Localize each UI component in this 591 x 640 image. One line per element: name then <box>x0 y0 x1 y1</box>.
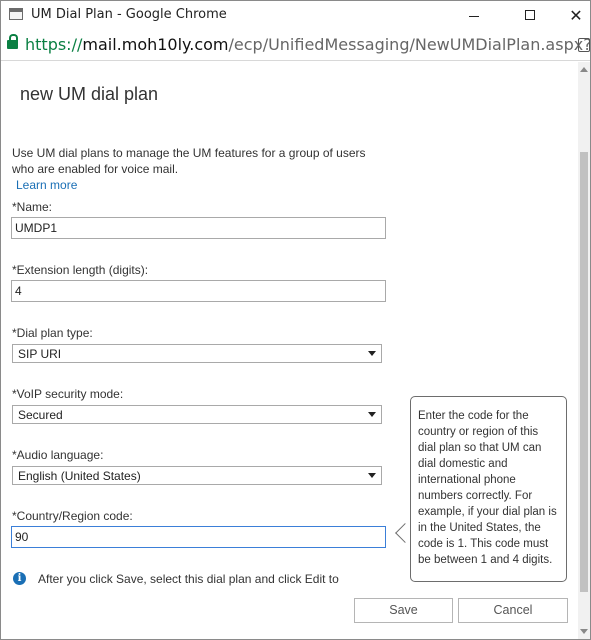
intro-text: Use UM dial plans to manage the UM featu… <box>12 146 366 176</box>
maximize-button[interactable] <box>507 1 553 29</box>
address-bar[interactable]: https://mail.moh10ly.com/ecp/UnifiedMess… <box>1 29 590 61</box>
vertical-scrollbar[interactable] <box>578 62 590 639</box>
close-button[interactable]: ✕ <box>553 1 590 29</box>
dial-plan-type-label: *Dial plan type: <box>12 326 93 340</box>
url-scheme: https:// <box>25 35 83 54</box>
dropdown-arrow-icon <box>368 351 376 356</box>
title-bar: UM Dial Plan - Google Chrome ✕ <box>1 1 590 29</box>
lock-icon <box>7 34 18 49</box>
scrollbar-thumb[interactable] <box>580 152 588 592</box>
country-region-code-label: *Country/Region code: <box>12 509 133 523</box>
browser-window: UM Dial Plan - Google Chrome ✕ https://m… <box>0 0 591 640</box>
scroll-up-icon[interactable] <box>580 67 588 72</box>
audio-language-value: English (United States) <box>18 469 141 483</box>
voip-security-mode-select[interactable]: Secured <box>12 405 382 424</box>
url-text[interactable]: https://mail.moh10ly.com/ecp/UnifiedMess… <box>25 35 590 54</box>
voip-security-mode-label: *VoIP security mode: <box>12 387 124 401</box>
extension-length-label: *Extension length (digits): <box>12 263 149 277</box>
save-button[interactable]: Save <box>354 598 453 623</box>
maximize-icon <box>525 10 535 20</box>
country-region-code-input[interactable] <box>11 526 386 548</box>
url-host: mail.moh10ly.com <box>82 35 229 54</box>
dial-plan-type-value: SIP URI <box>18 347 62 361</box>
name-label: *Name: <box>12 200 53 214</box>
window-app-icon <box>9 8 23 20</box>
extension-icon[interactable] <box>578 38 590 52</box>
page-title: new UM dial plan <box>20 84 159 104</box>
close-icon: ✕ <box>569 5 583 25</box>
dial-plan-type-select[interactable]: SIP URI <box>12 344 382 363</box>
help-tooltip: Enter the code for the country or region… <box>410 396 567 582</box>
dropdown-arrow-icon <box>368 412 376 417</box>
info-icon: i <box>13 572 26 585</box>
cancel-button[interactable]: Cancel <box>458 598 568 623</box>
extension-length-input[interactable] <box>11 280 386 302</box>
voip-security-mode-value: Secured <box>18 408 63 422</box>
dialog-content: new UM dial plan Use UM dial plans to ma… <box>1 62 578 639</box>
info-text: After you click Save, select this dial p… <box>38 572 339 586</box>
url-path: /ecp/UnifiedMessaging/NewUMDialPlan.aspx… <box>228 35 591 54</box>
minimize-icon <box>469 15 479 17</box>
audio-language-select[interactable]: English (United States) <box>12 466 382 485</box>
window-title: UM Dial Plan - Google Chrome <box>31 7 227 22</box>
audio-language-label: *Audio language: <box>12 448 104 462</box>
minimize-button[interactable] <box>451 1 497 29</box>
name-input[interactable] <box>11 217 386 239</box>
scroll-down-icon[interactable] <box>580 629 588 634</box>
learn-more-link[interactable]: Learn more <box>16 178 77 192</box>
dropdown-arrow-icon <box>368 473 376 478</box>
